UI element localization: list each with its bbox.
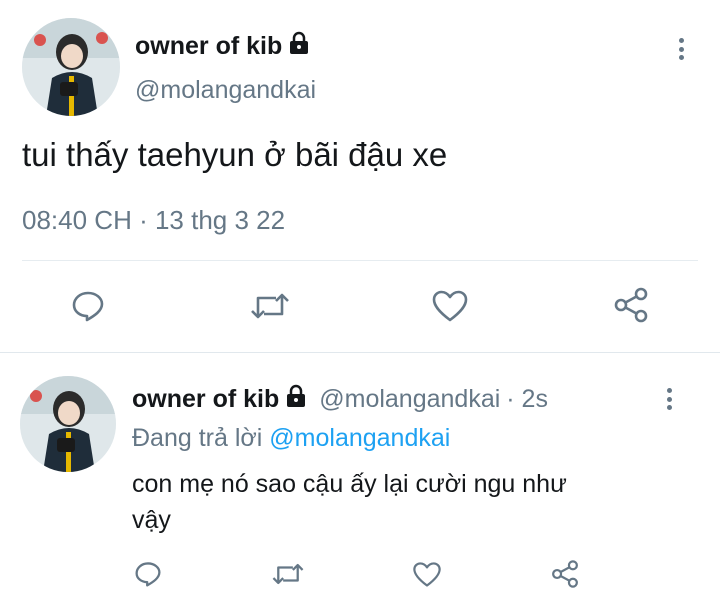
share-icon bbox=[552, 560, 578, 588]
reply-text-line-1: con mẹ nó sao cậu ấy lại cười ngu như bbox=[132, 470, 567, 498]
reply-more-options-icon[interactable] bbox=[664, 388, 674, 410]
reply-icon bbox=[72, 291, 104, 322]
like-icon bbox=[413, 561, 441, 587]
reply-display-name[interactable]: owner of kib bbox=[132, 385, 279, 414]
retweet-button[interactable] bbox=[248, 286, 292, 326]
avatar[interactable] bbox=[22, 18, 120, 116]
display-name-text[interactable]: owner of kib bbox=[135, 32, 282, 61]
reply-like-button[interactable] bbox=[410, 558, 444, 590]
reply-header: owner of kib @molangandkai · 2s bbox=[132, 384, 548, 415]
display-name[interactable]: owner of kib bbox=[135, 30, 310, 62]
retweet-icon bbox=[272, 563, 304, 585]
reply-text-line-2: vậy bbox=[132, 506, 171, 534]
section-divider bbox=[0, 352, 720, 353]
reply-retweet-button[interactable] bbox=[270, 558, 306, 590]
like-icon bbox=[432, 290, 468, 322]
reply-time[interactable]: · 2s bbox=[506, 385, 548, 414]
lock-icon bbox=[288, 31, 310, 62]
reply-handle[interactable]: @molangandkai bbox=[319, 385, 500, 414]
reply-text: con mẹ nó sao cậu ấy lại cười ngu như vậ… bbox=[132, 466, 567, 538]
replying-to-link[interactable]: @molangandkai bbox=[269, 424, 450, 452]
handle[interactable]: @molangandkai bbox=[135, 76, 316, 105]
retweet-icon bbox=[251, 293, 289, 319]
reply-avatar[interactable] bbox=[20, 376, 116, 472]
like-button[interactable] bbox=[429, 286, 471, 326]
replying-to-label: Đang trả lời bbox=[132, 424, 270, 452]
lock-icon bbox=[285, 384, 307, 415]
tweet-text: tui thấy taehyun ở bãi đậu xe bbox=[22, 136, 448, 173]
reply-share-button[interactable] bbox=[548, 556, 582, 592]
divider bbox=[22, 260, 698, 261]
reply-reply-button[interactable] bbox=[132, 558, 164, 590]
reply-button[interactable] bbox=[68, 286, 108, 326]
more-options-icon[interactable] bbox=[676, 38, 686, 60]
reply-icon bbox=[135, 562, 161, 587]
share-button[interactable] bbox=[610, 284, 652, 326]
replying-to-line: Đang trả lời @molangandkai bbox=[132, 424, 450, 453]
share-icon bbox=[614, 287, 648, 323]
tweet-timestamp[interactable]: 08:40 CH · 13 thg 3 22 bbox=[22, 205, 285, 236]
